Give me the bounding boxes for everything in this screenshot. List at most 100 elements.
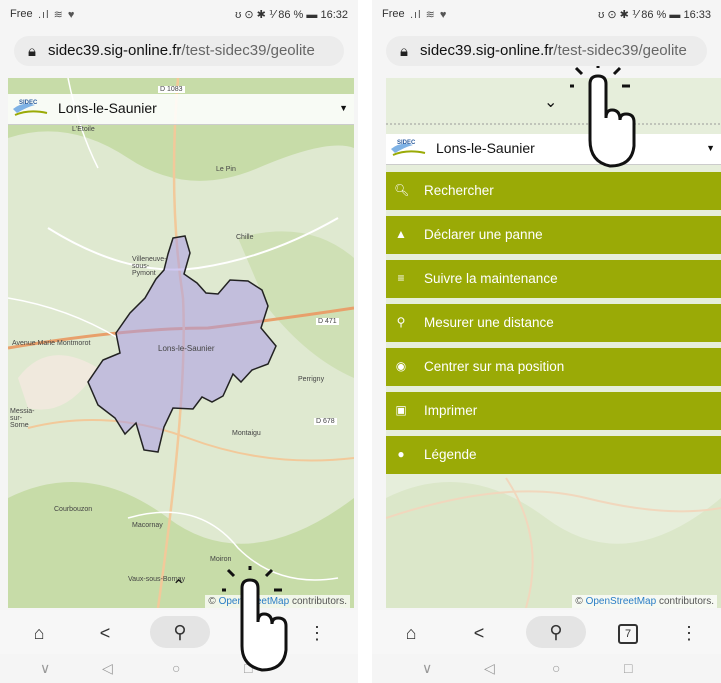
menu-item-legende[interactable]: ● Légende <box>386 436 721 474</box>
commune-selector[interactable]: SIDEC Lons-le-Saunier ▼ <box>8 94 354 125</box>
menu-item-rechercher[interactable]: 🔍︎ Rechercher <box>386 172 721 210</box>
carrier-label: Free <box>382 8 405 20</box>
collapse-icon[interactable]: ∨ <box>40 660 50 677</box>
map-label-moiron: Moiron <box>210 556 232 563</box>
url-domain: sidec39.sig-online.fr <box>48 42 182 59</box>
commune-name: Lons-le-Saunier <box>58 100 157 116</box>
sidec-logo: SIDEC <box>389 139 429 161</box>
home-circle-icon[interactable]: ○ <box>172 660 180 676</box>
home-icon[interactable]: ⌂ <box>28 622 50 644</box>
system-nav-bar: ∨ ◁ ○ □ <box>372 654 721 683</box>
address-bar[interactable]: 🔒︎ sidec39.sig-online.fr/test-sidec39/ge… <box>386 36 707 66</box>
map-label-etoile: L'Etoile <box>72 126 95 133</box>
menu-item-label: Centrer sur ma position <box>424 359 565 374</box>
map-label-montmorot: Avenue Marie Montmorot <box>12 340 91 347</box>
system-nav-bar: ∨ ◁ ○ □ <box>0 654 358 683</box>
home-circle-icon[interactable]: ○ <box>552 660 560 676</box>
app-menu: 🔍︎ Rechercher ▲ Déclarer une panne ≡ Sui… <box>386 172 721 480</box>
status-bar: Free .ıl ≋ ♥ ʊ ⊙ ✱ ⅟ 86 % ▬ 16:33 <box>372 0 721 28</box>
back-icon[interactable]: ◁ <box>102 660 113 677</box>
menu-item-mesurer-distance[interactable]: ⚲ Mesurer une distance <box>386 304 721 342</box>
search-icon: ⚲ <box>549 622 563 642</box>
url-text: sidec39.sig-online.fr/test-sidec39/geoli… <box>420 42 687 59</box>
battery-level: 86 % <box>278 9 304 21</box>
menu-item-declarer-panne[interactable]: ▲ Déclarer une panne <box>386 216 721 254</box>
search-button[interactable]: ⚲ <box>526 616 586 648</box>
status-right: ʊ ⊙ ✱ ⅟ 86 % ▬ 16:33 <box>598 9 711 21</box>
tap-gesture-icon <box>222 566 288 672</box>
more-options-icon[interactable]: ⋮ <box>678 622 700 644</box>
phone-screen-map: Free .ıl ≋ ♥ ʊ ⊙ ✱ ⅟ 86 % ▬ 16:32 🔒︎ sid… <box>0 0 358 683</box>
map-label-chille: Chille <box>236 234 254 241</box>
carrier-label: Free <box>10 8 33 20</box>
back-icon[interactable]: ◁ <box>484 660 495 677</box>
road-label-d1083: D 1083 <box>158 86 185 93</box>
map-label-villeneuve: Villeneuve-sous-Pymont <box>132 256 167 277</box>
signal-icon: .ıl ≋ ♥ <box>38 9 76 21</box>
browser-toolbar: ⌂ < ⚲ 7 ⋮ <box>372 610 721 654</box>
search-icon: ⚲ <box>173 622 187 642</box>
menu-item-label: Mesurer une distance <box>424 315 554 330</box>
url-path: /test-sidec39/geolite <box>553 42 687 59</box>
address-bar[interactable]: 🔒︎ sidec39.sig-online.fr/test-sidec39/ge… <box>14 36 344 66</box>
url-text: sidec39.sig-online.fr/test-sidec39/geoli… <box>48 42 315 59</box>
collapse-menu-icon[interactable]: ⌄ <box>544 92 557 112</box>
menu-item-centrer-position[interactable]: ◉ Centrer sur ma position <box>386 348 721 386</box>
dropdown-caret-icon: ▼ <box>706 143 715 153</box>
browser-toolbar: ⌂ < ⚲ ⋮ <box>0 610 358 654</box>
globe-icon: ● <box>397 447 405 461</box>
tap-gesture-icon <box>570 66 636 168</box>
menu-item-label: Imprimer <box>424 403 478 418</box>
lock-icon: 🔒︎ <box>400 43 408 60</box>
map-label-courbouzon: Courbouzon <box>54 506 93 513</box>
map-label-le-pin: Le Pin <box>216 166 236 173</box>
road-label-d471: D 471 <box>316 318 339 325</box>
map-label-messia: Messia-sur-Sorne <box>10 408 35 429</box>
warning-icon: ▲ <box>395 227 407 241</box>
search-icon: 🔍︎ <box>394 183 410 197</box>
pdf-icon: ▣ <box>395 403 407 417</box>
status-bar: Free .ıl ≋ ♥ ʊ ⊙ ✱ ⅟ 86 % ▬ 16:32 <box>0 0 358 28</box>
map-label-perrigny: Perrigny <box>298 376 325 383</box>
home-icon[interactable]: ⌂ <box>400 622 422 644</box>
menu-item-imprimer[interactable]: ▣ Imprimer <box>386 392 721 430</box>
clock: 16:32 <box>320 9 348 21</box>
share-icon[interactable]: < <box>468 622 490 644</box>
pin-icon: ⚲ <box>396 315 406 329</box>
signal-icon: .ıl ≋ ♥ <box>410 9 448 21</box>
recents-icon[interactable]: □ <box>624 660 632 676</box>
status-right: ʊ ⊙ ✱ ⅟ 86 % ▬ 16:32 <box>235 9 348 21</box>
menu-item-suivre-maintenance[interactable]: ≡ Suivre la maintenance <box>386 260 721 298</box>
more-options-icon[interactable]: ⋮ <box>306 622 328 644</box>
menu-item-label: Déclarer une panne <box>424 227 543 242</box>
collapse-icon[interactable]: ∨ <box>422 660 432 677</box>
sidec-logo: SIDEC <box>11 99 51 121</box>
map-label-montaigu: Montaigu <box>232 430 261 437</box>
map-label-macornay: Macornay <box>132 522 163 529</box>
osm-link[interactable]: OpenStreetMap <box>586 596 657 607</box>
status-icons: ʊ ⊙ ✱ ⅟ <box>598 9 639 21</box>
url-domain: sidec39.sig-online.fr <box>420 42 554 59</box>
road-label-d678: D 678 <box>314 418 337 425</box>
share-icon[interactable]: < <box>94 622 116 644</box>
map-attribution: © OpenStreetMap contributors. <box>572 595 717 608</box>
status-icons: ʊ ⊙ ✱ ⅟ <box>235 9 276 21</box>
commune-selector[interactable]: SIDEC Lons-le-Saunier ▼ <box>386 134 721 165</box>
dropdown-caret-icon: ▼ <box>339 103 348 113</box>
tabs-count-button[interactable]: 7 <box>618 624 638 644</box>
map-view[interactable]: L'Etoile Avenue Marie Montmorot Villeneu… <box>8 78 354 608</box>
map-label-lons: Lons-le-Saunier <box>158 344 215 353</box>
expand-menu-icon[interactable]: ⌃ <box>172 576 185 596</box>
battery-level: 86 % <box>641 9 667 21</box>
url-path: /test-sidec39/geolite <box>181 42 315 59</box>
clock: 16:33 <box>683 9 711 21</box>
list-icon: ≡ <box>397 271 405 285</box>
lock-icon: 🔒︎ <box>28 43 36 60</box>
menu-item-label: Suivre la maintenance <box>424 271 558 286</box>
search-button[interactable]: ⚲ <box>150 616 210 648</box>
location-icon: ◉ <box>395 359 407 373</box>
commune-name: Lons-le-Saunier <box>436 140 535 156</box>
menu-item-label: Légende <box>424 447 477 462</box>
phone-screen-menu: Free .ıl ≋ ♥ ʊ ⊙ ✱ ⅟ 86 % ▬ 16:33 🔒︎ sid… <box>372 0 721 683</box>
menu-item-label: Rechercher <box>424 183 494 198</box>
